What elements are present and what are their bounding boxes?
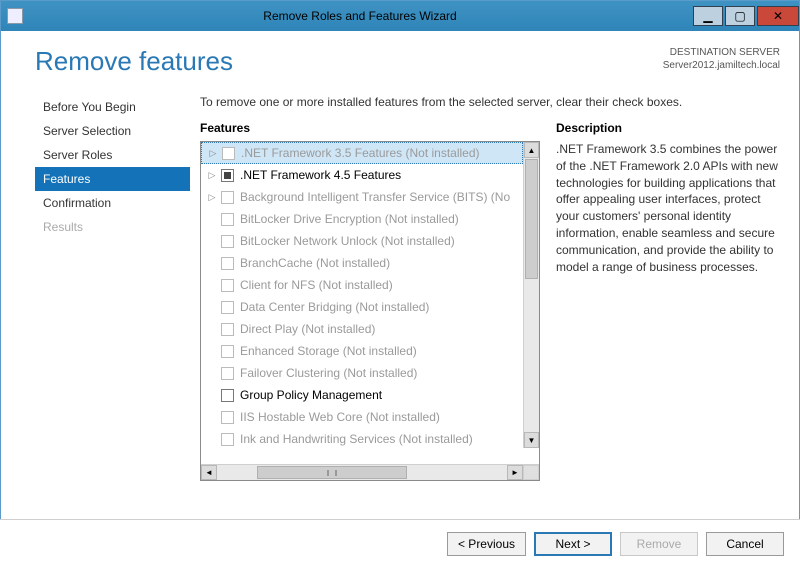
feature-row[interactable]: Failover Clustering (Not installed) — [201, 362, 523, 384]
feature-checkbox — [221, 191, 234, 204]
feature-checkbox — [221, 279, 234, 292]
wizard-step[interactable]: Confirmation — [35, 191, 190, 215]
previous-button[interactable]: < Previous — [447, 532, 526, 556]
maximize-button[interactable]: ▢ — [725, 6, 755, 26]
content-area: Remove features DESTINATION SERVER Serve… — [0, 30, 800, 517]
feature-label: Client for NFS (Not installed) — [240, 278, 393, 292]
feature-label: Enhanced Storage (Not installed) — [240, 344, 417, 358]
instruction-text: To remove one or more installed features… — [200, 95, 780, 109]
close-button[interactable]: ✕ — [757, 6, 799, 26]
feature-row[interactable]: BitLocker Network Unlock (Not installed) — [201, 230, 523, 252]
feature-label: IIS Hostable Web Core (Not installed) — [240, 410, 440, 424]
description-text: .NET Framework 3.5 combines the power of… — [556, 141, 780, 275]
wizard-step[interactable]: Features — [35, 167, 190, 191]
feature-label: BitLocker Network Unlock (Not installed) — [240, 234, 455, 248]
feature-label: .NET Framework 3.5 Features (Not install… — [241, 146, 480, 160]
description-heading: Description — [556, 121, 780, 135]
features-column: Features ▷ .NET Framework 3.5 Features (N… — [200, 121, 540, 517]
description-column: Description .NET Framework 3.5 combines … — [556, 121, 780, 517]
feature-checkbox — [221, 235, 234, 248]
scrollbar-corner — [523, 465, 539, 480]
feature-row[interactable]: Client for NFS (Not installed) — [201, 274, 523, 296]
destination-info: DESTINATION SERVER Server2012.jamiltech.… — [663, 46, 780, 72]
next-button[interactable]: Next > — [534, 532, 612, 556]
feature-label: Ink and Handwriting Services (Not instal… — [240, 432, 473, 446]
wizard-steps-sidebar: Before You BeginServer SelectionServer R… — [20, 95, 190, 517]
feature-label: Group Policy Management — [240, 388, 382, 402]
expander-icon[interactable]: ▷ — [207, 192, 217, 203]
cancel-button[interactable]: Cancel — [706, 532, 784, 556]
feature-row[interactable]: BitLocker Drive Encryption (Not installe… — [201, 208, 523, 230]
expander-icon[interactable]: ▷ — [207, 170, 217, 181]
titlebar: Remove Roles and Features Wizard ▁ ▢ ✕ — [1, 1, 799, 31]
feature-row[interactable]: ▷ .NET Framework 4.5 Features — [201, 164, 523, 186]
remove-button[interactable]: Remove — [620, 532, 698, 556]
feature-row[interactable]: Direct Play (Not installed) — [201, 318, 523, 340]
footer-buttons: < Previous Next > Remove Cancel — [0, 519, 800, 567]
scroll-up-button[interactable]: ▲ — [524, 142, 539, 158]
page-title: Remove features — [35, 46, 233, 77]
wizard-step: Results — [35, 215, 190, 239]
feature-label: BitLocker Drive Encryption (Not installe… — [240, 212, 459, 226]
feature-label: Data Center Bridging (Not installed) — [240, 300, 429, 314]
feature-label: BranchCache (Not installed) — [240, 256, 390, 270]
feature-checkbox — [221, 345, 234, 358]
destination-server: Server2012.jamiltech.local — [663, 59, 780, 72]
scroll-right-button[interactable]: ► — [507, 465, 523, 480]
app-icon — [7, 8, 23, 24]
feature-row[interactable]: IIS Hostable Web Core (Not installed) — [201, 406, 523, 428]
expander-icon[interactable]: ▷ — [208, 148, 218, 159]
scroll-down-button[interactable]: ▼ — [524, 432, 539, 448]
horizontal-scrollbar[interactable]: ◄ ► — [201, 464, 539, 480]
features-heading: Features — [200, 121, 540, 135]
feature-label: Direct Play (Not installed) — [240, 322, 375, 336]
feature-row[interactable]: Group Policy Management — [201, 384, 523, 406]
columns: Features ▷ .NET Framework 3.5 Features (N… — [200, 121, 780, 517]
feature-checkbox — [222, 147, 235, 160]
window-buttons: ▁ ▢ ✕ — [691, 6, 799, 26]
wizard-step[interactable]: Server Roles — [35, 143, 190, 167]
wizard-step[interactable]: Server Selection — [35, 119, 190, 143]
body-row: Before You BeginServer SelectionServer R… — [20, 95, 780, 517]
features-tree[interactable]: ▷ .NET Framework 3.5 Features (Not instal… — [201, 142, 539, 464]
minimize-button[interactable]: ▁ — [693, 6, 723, 26]
feature-label: .NET Framework 4.5 Features — [240, 168, 401, 182]
hscroll-track[interactable] — [217, 465, 507, 480]
feature-row[interactable]: Ink and Handwriting Services (Not instal… — [201, 428, 523, 450]
feature-checkbox[interactable] — [221, 169, 234, 182]
main-panel: To remove one or more installed features… — [190, 95, 780, 517]
scroll-thumb-vertical[interactable] — [525, 159, 538, 279]
header-row: Remove features DESTINATION SERVER Serve… — [20, 46, 780, 77]
feature-checkbox — [221, 433, 234, 446]
feature-row[interactable]: BranchCache (Not installed) — [201, 252, 523, 274]
feature-row[interactable]: Enhanced Storage (Not installed) — [201, 340, 523, 362]
feature-label: Failover Clustering (Not installed) — [240, 366, 417, 380]
feature-checkbox — [221, 301, 234, 314]
features-tree-box: ▷ .NET Framework 3.5 Features (Not instal… — [200, 141, 540, 481]
feature-checkbox — [221, 257, 234, 270]
feature-row[interactable]: ▷ Background Intelligent Transfer Service… — [201, 186, 523, 208]
feature-checkbox[interactable] — [221, 389, 234, 402]
feature-checkbox — [221, 323, 234, 336]
feature-label: Background Intelligent Transfer Service … — [240, 190, 510, 204]
feature-row[interactable]: Data Center Bridging (Not installed) — [201, 296, 523, 318]
feature-checkbox — [221, 367, 234, 380]
feature-checkbox — [221, 213, 234, 226]
feature-row[interactable]: ▷ .NET Framework 3.5 Features (Not instal… — [201, 142, 523, 164]
feature-checkbox — [221, 411, 234, 424]
window-title: Remove Roles and Features Wizard — [29, 9, 691, 23]
wizard-step[interactable]: Before You Begin — [35, 95, 190, 119]
destination-label: DESTINATION SERVER — [663, 46, 780, 59]
vertical-scrollbar[interactable]: ▲ ▼ — [523, 142, 539, 448]
scroll-left-button[interactable]: ◄ — [201, 465, 217, 480]
scroll-thumb-horizontal[interactable] — [257, 466, 407, 479]
